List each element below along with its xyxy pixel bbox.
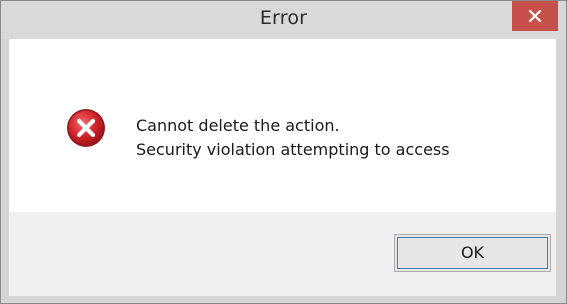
close-button[interactable] xyxy=(512,1,558,31)
error-message: Cannot delete the action. Security viola… xyxy=(136,114,450,162)
error-icon xyxy=(67,109,105,147)
title-bar: Error xyxy=(1,1,566,39)
error-dialog: Error Cannot delete the action. Security… xyxy=(0,0,567,304)
dialog-content: Cannot delete the action. Security viola… xyxy=(9,39,556,212)
ok-button[interactable]: OK xyxy=(394,234,551,272)
close-icon xyxy=(529,10,541,22)
message-line-2: Security violation attempting to access xyxy=(136,140,450,159)
dialog-title: Error xyxy=(259,7,308,29)
ok-button-label: OK xyxy=(460,243,485,262)
message-line-1: Cannot delete the action. xyxy=(136,116,340,135)
dialog-footer: OK xyxy=(9,212,556,296)
